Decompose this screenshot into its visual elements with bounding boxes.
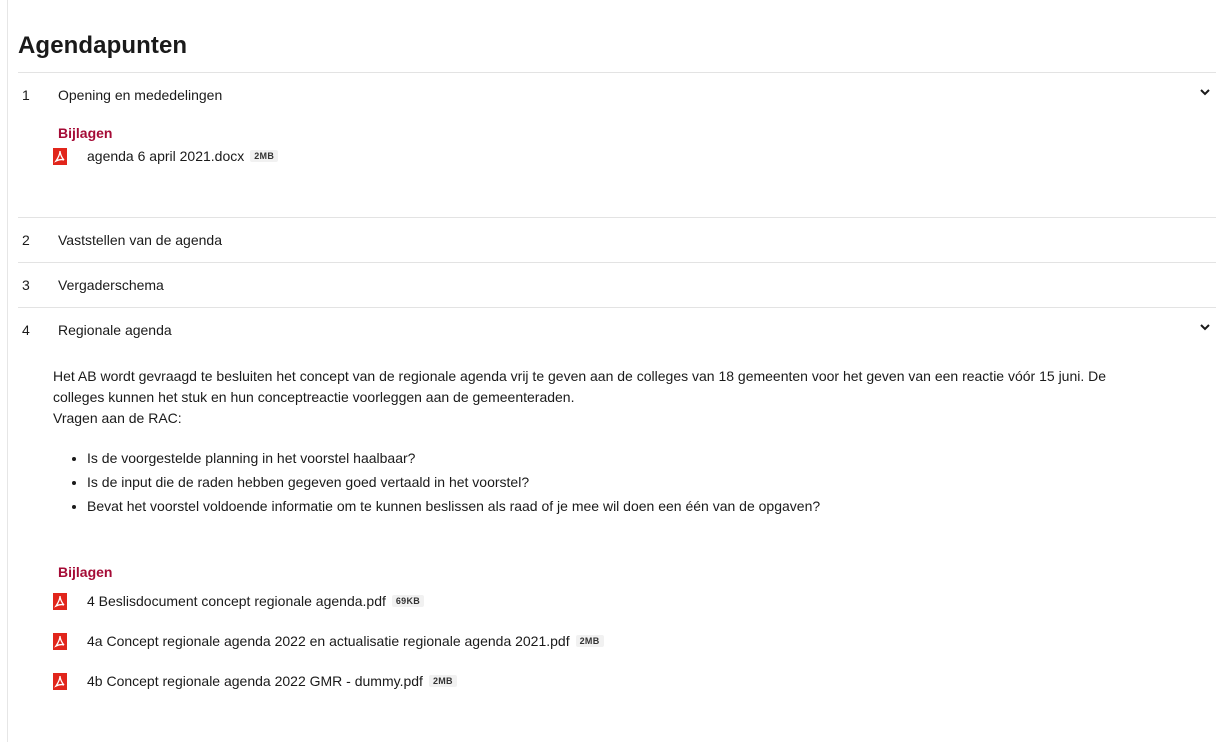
agenda-item-4-header[interactable]: 4 Regionale agenda — [18, 308, 1216, 352]
left-border — [7, 0, 8, 742]
agenda-item-number: 1 — [22, 87, 30, 103]
agenda-item-4: 4 Regionale agenda Het AB wordt gevraagd… — [18, 308, 1216, 696]
agenda-item-number: 3 — [22, 277, 30, 293]
description-line: Het AB wordt gevraagd te besluiten het c… — [53, 368, 1107, 384]
question-list: Is de voorgestelde planning in het voors… — [53, 446, 1200, 518]
agenda-item-4-body: Het AB wordt gevraagd te besluiten het c… — [18, 366, 1216, 696]
agenda-item-title: Vaststellen van de agenda — [58, 232, 222, 248]
agenda-panel: Agendapunten 1 Opening en mededelingen B… — [18, 0, 1216, 696]
attachment-row[interactable]: 4b Concept regionale agenda 2022 GMR - d… — [53, 666, 1200, 696]
attachment-name: 4b Concept regionale agenda 2022 GMR - d… — [87, 673, 423, 689]
agenda-item-2-header[interactable]: 2 Vaststellen van de agenda — [18, 218, 1216, 262]
agenda-item-3[interactable]: 3 Vergaderschema — [18, 263, 1216, 308]
file-size-badge: 2MB — [575, 635, 604, 647]
pdf-icon — [53, 592, 67, 610]
agenda-item-3-header[interactable]: 3 Vergaderschema — [18, 263, 1216, 307]
chevron-down-icon[interactable] — [1198, 85, 1212, 99]
attachment-name: 4a Concept regionale agenda 2022 en actu… — [87, 633, 570, 649]
agenda-item-title: Vergaderschema — [58, 277, 164, 293]
chevron-down-icon[interactable] — [1198, 320, 1212, 334]
attachments-heading: Bijlagen — [58, 125, 113, 141]
file-size-badge: 69KB — [391, 595, 425, 607]
description-line: Vragen aan de RAC: — [53, 410, 182, 426]
agenda-item-2[interactable]: 2 Vaststellen van de agenda — [18, 218, 1216, 263]
attachment-row[interactable]: agenda 6 april 2021.docx 2MB — [53, 145, 1200, 167]
list-item: Bevat het voorstel voldoende informatie … — [87, 494, 1200, 518]
agenda-item-1-header[interactable]: 1 Opening en mededelingen — [18, 73, 1216, 117]
list-item: Is de input die de raden hebben gegeven … — [87, 470, 1200, 494]
attachment-row[interactable]: 4a Concept regionale agenda 2022 en actu… — [53, 626, 1200, 656]
description-line: colleges kunnen het stuk en hun conceptr… — [53, 389, 575, 405]
agenda-item-title: Regionale agenda — [58, 322, 172, 338]
pdf-icon — [53, 147, 67, 165]
attachments-heading: Bijlagen — [58, 564, 113, 580]
attachment-name: agenda 6 april 2021.docx — [87, 148, 245, 164]
file-size-badge: 2MB — [428, 675, 457, 687]
attachment-name: 4 Beslisdocument concept regionale agend… — [87, 593, 386, 609]
page-title: Agendapunten — [18, 0, 1216, 73]
agenda-item-number: 4 — [22, 322, 30, 338]
attachment-row[interactable]: 4 Beslisdocument concept regionale agend… — [53, 586, 1200, 616]
file-size-badge: 2MB — [250, 150, 279, 162]
agenda-item-1: 1 Opening en mededelingen Bijlagen agend… — [18, 73, 1216, 218]
pdf-icon — [53, 672, 67, 690]
pdf-icon — [53, 632, 67, 650]
agenda-item-title: Opening en mededelingen — [58, 87, 223, 103]
list-item: Is de voorgestelde planning in het voors… — [87, 446, 1200, 470]
agenda-item-1-body: Bijlagen agenda 6 april 2021.docx 2MB — [18, 125, 1216, 167]
agenda-item-number: 2 — [22, 232, 30, 248]
